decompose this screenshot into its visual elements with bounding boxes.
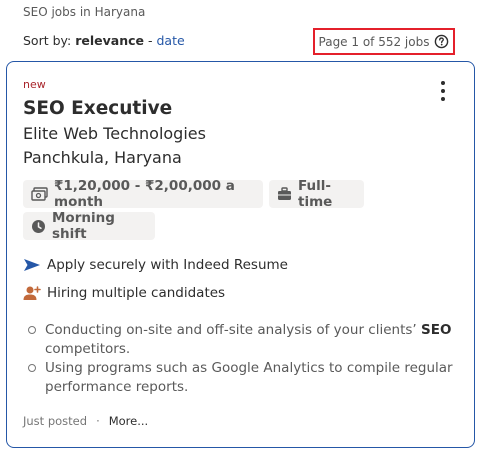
sort-separator: - (147, 33, 153, 48)
hiring-feature-text: Hiring multiple candidates (47, 285, 226, 301)
more-link[interactable]: More... (109, 414, 148, 428)
job-location: Panchkula, Haryana (23, 148, 182, 167)
hiring-feature: Hiring multiple candidates (23, 285, 225, 301)
apply-feature-text: Apply securely with Indeed Resume (47, 257, 288, 273)
send-arrow-icon (24, 259, 40, 271)
clock-icon (32, 219, 45, 233)
page-count-text: Page 1 of 552 jobs (318, 34, 430, 49)
sort-bar: Sort by: relevance - date (23, 33, 185, 48)
add-person-icon (23, 286, 41, 300)
page-count: Page 1 of 552 jobs (313, 28, 455, 55)
company-name: Elite Web Technologies (23, 124, 206, 143)
job-card[interactable]: new SEO Executive Elite Web Technologies… (6, 61, 475, 448)
briefcase-icon (278, 187, 291, 200)
posted-date: Just posted (23, 414, 88, 428)
shift-text: Morning shift (52, 210, 115, 242)
job-snippet: Conducting on-site and off-site analysis… (23, 321, 453, 397)
more-options-icon[interactable] (439, 81, 447, 101)
job-title[interactable]: SEO Executive (23, 98, 172, 119)
job-footer: Just posted · More... (23, 414, 148, 428)
footer-dot: · (96, 414, 100, 428)
breadcrumb: SEO jobs in Haryana (23, 5, 146, 19)
sort-date-link[interactable]: date (156, 33, 184, 48)
salary-chip: ₹1,20,000 - ₹2,00,000 a month (23, 178, 263, 210)
snippet-item: Conducting on-site and off-site analysis… (23, 321, 453, 359)
snippet-item: Using programs such as Google Analytics … (23, 359, 453, 397)
sort-label: Sort by: (23, 33, 72, 48)
shift-chip: Morning shift (23, 210, 155, 242)
help-circle-icon[interactable] (434, 34, 449, 49)
job-type-chip: Full-time (269, 178, 364, 210)
apply-feature: Apply securely with Indeed Resume (23, 257, 288, 273)
new-badge: new (23, 78, 46, 91)
sort-relevance[interactable]: relevance (75, 33, 144, 48)
job-type-text: Full-time (298, 178, 333, 210)
salary-text: ₹1,20,000 - ₹2,00,000 a month (54, 178, 235, 210)
money-icon (31, 186, 48, 201)
